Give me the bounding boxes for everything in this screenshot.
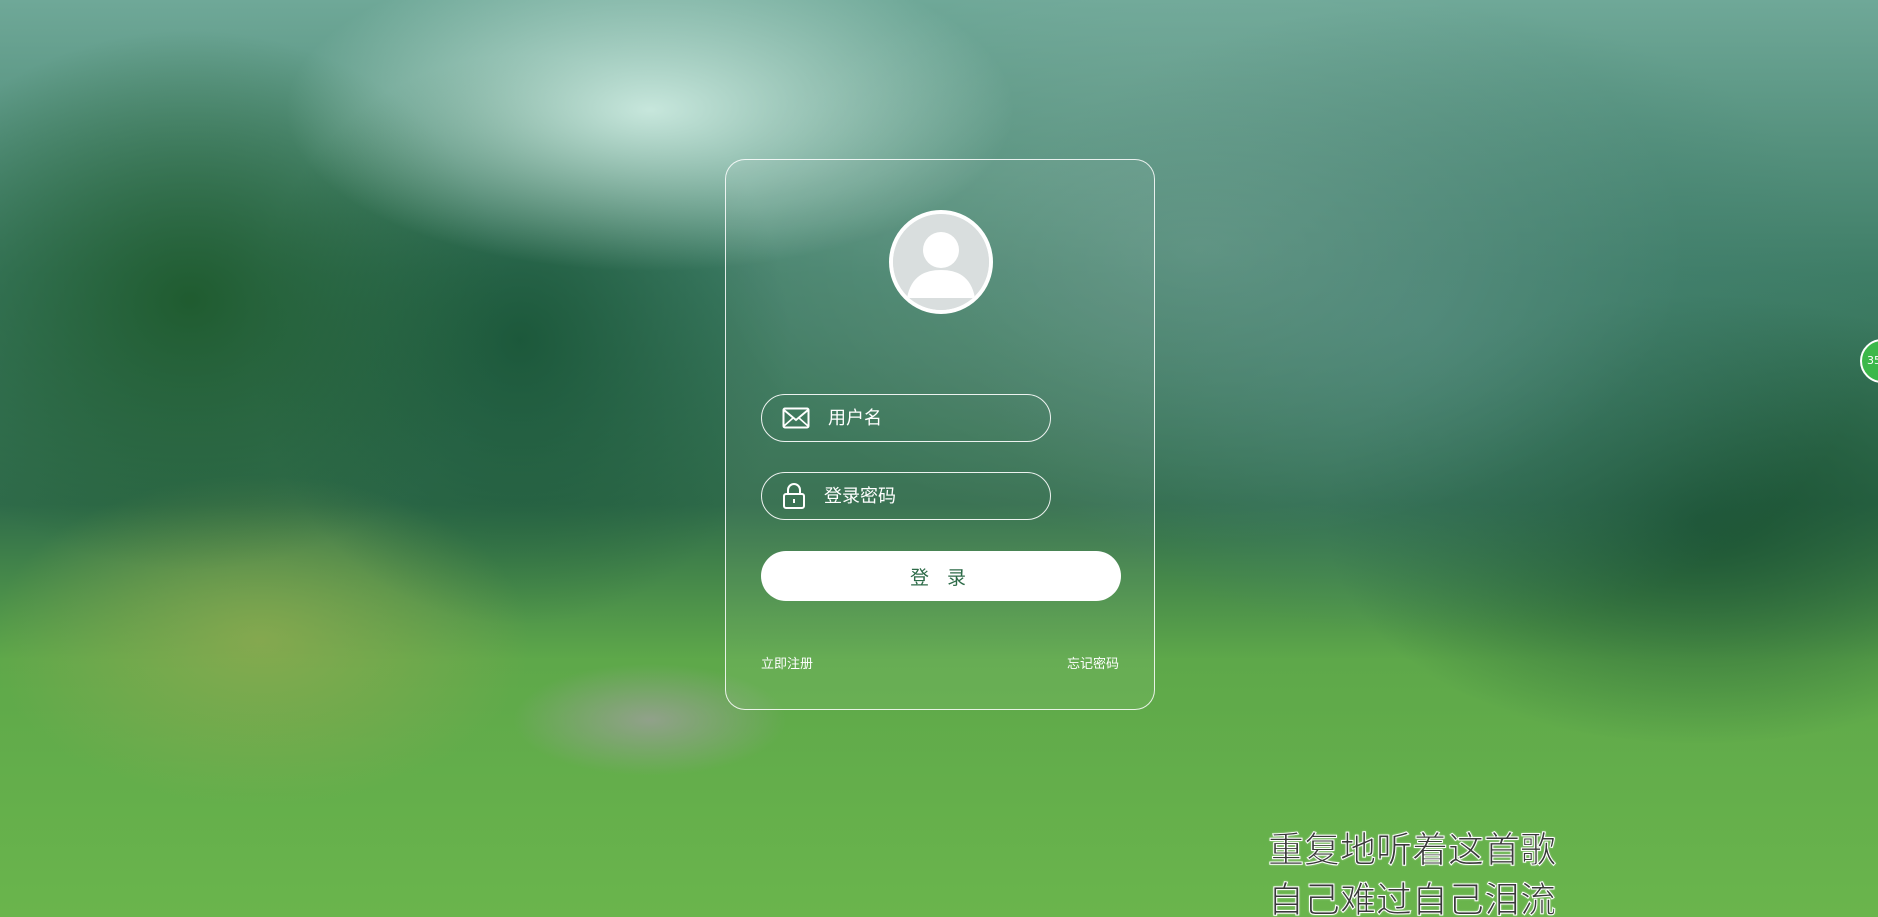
username-field[interactable] [761,394,1055,442]
password-input[interactable] [822,472,1051,520]
lyrics-line: 重复地听着这首歌 [1267,830,1557,872]
lyrics-line: 自己难过自己泪流 [1267,880,1557,917]
register-link[interactable]: 立即注册 [761,653,813,672]
login-button[interactable]: 登 录 [761,551,1121,601]
username-input[interactable] [826,394,1055,442]
floating-badge[interactable]: 35 [1860,339,1878,383]
background: 登 录 立即注册 忘记密码 重复地听着这首歌 自己难过自己泪流 35 [0,0,1878,917]
user-avatar-icon [889,210,993,314]
lock-icon [782,481,806,511]
forgot-password-link[interactable]: 忘记密码 [1067,653,1119,672]
envelope-icon [782,403,810,433]
lyrics-overlay: 重复地听着这首歌 自己难过自己泪流 [1267,826,1557,917]
password-field[interactable] [761,472,1051,520]
login-card: 登 录 立即注册 忘记密码 [725,159,1155,710]
